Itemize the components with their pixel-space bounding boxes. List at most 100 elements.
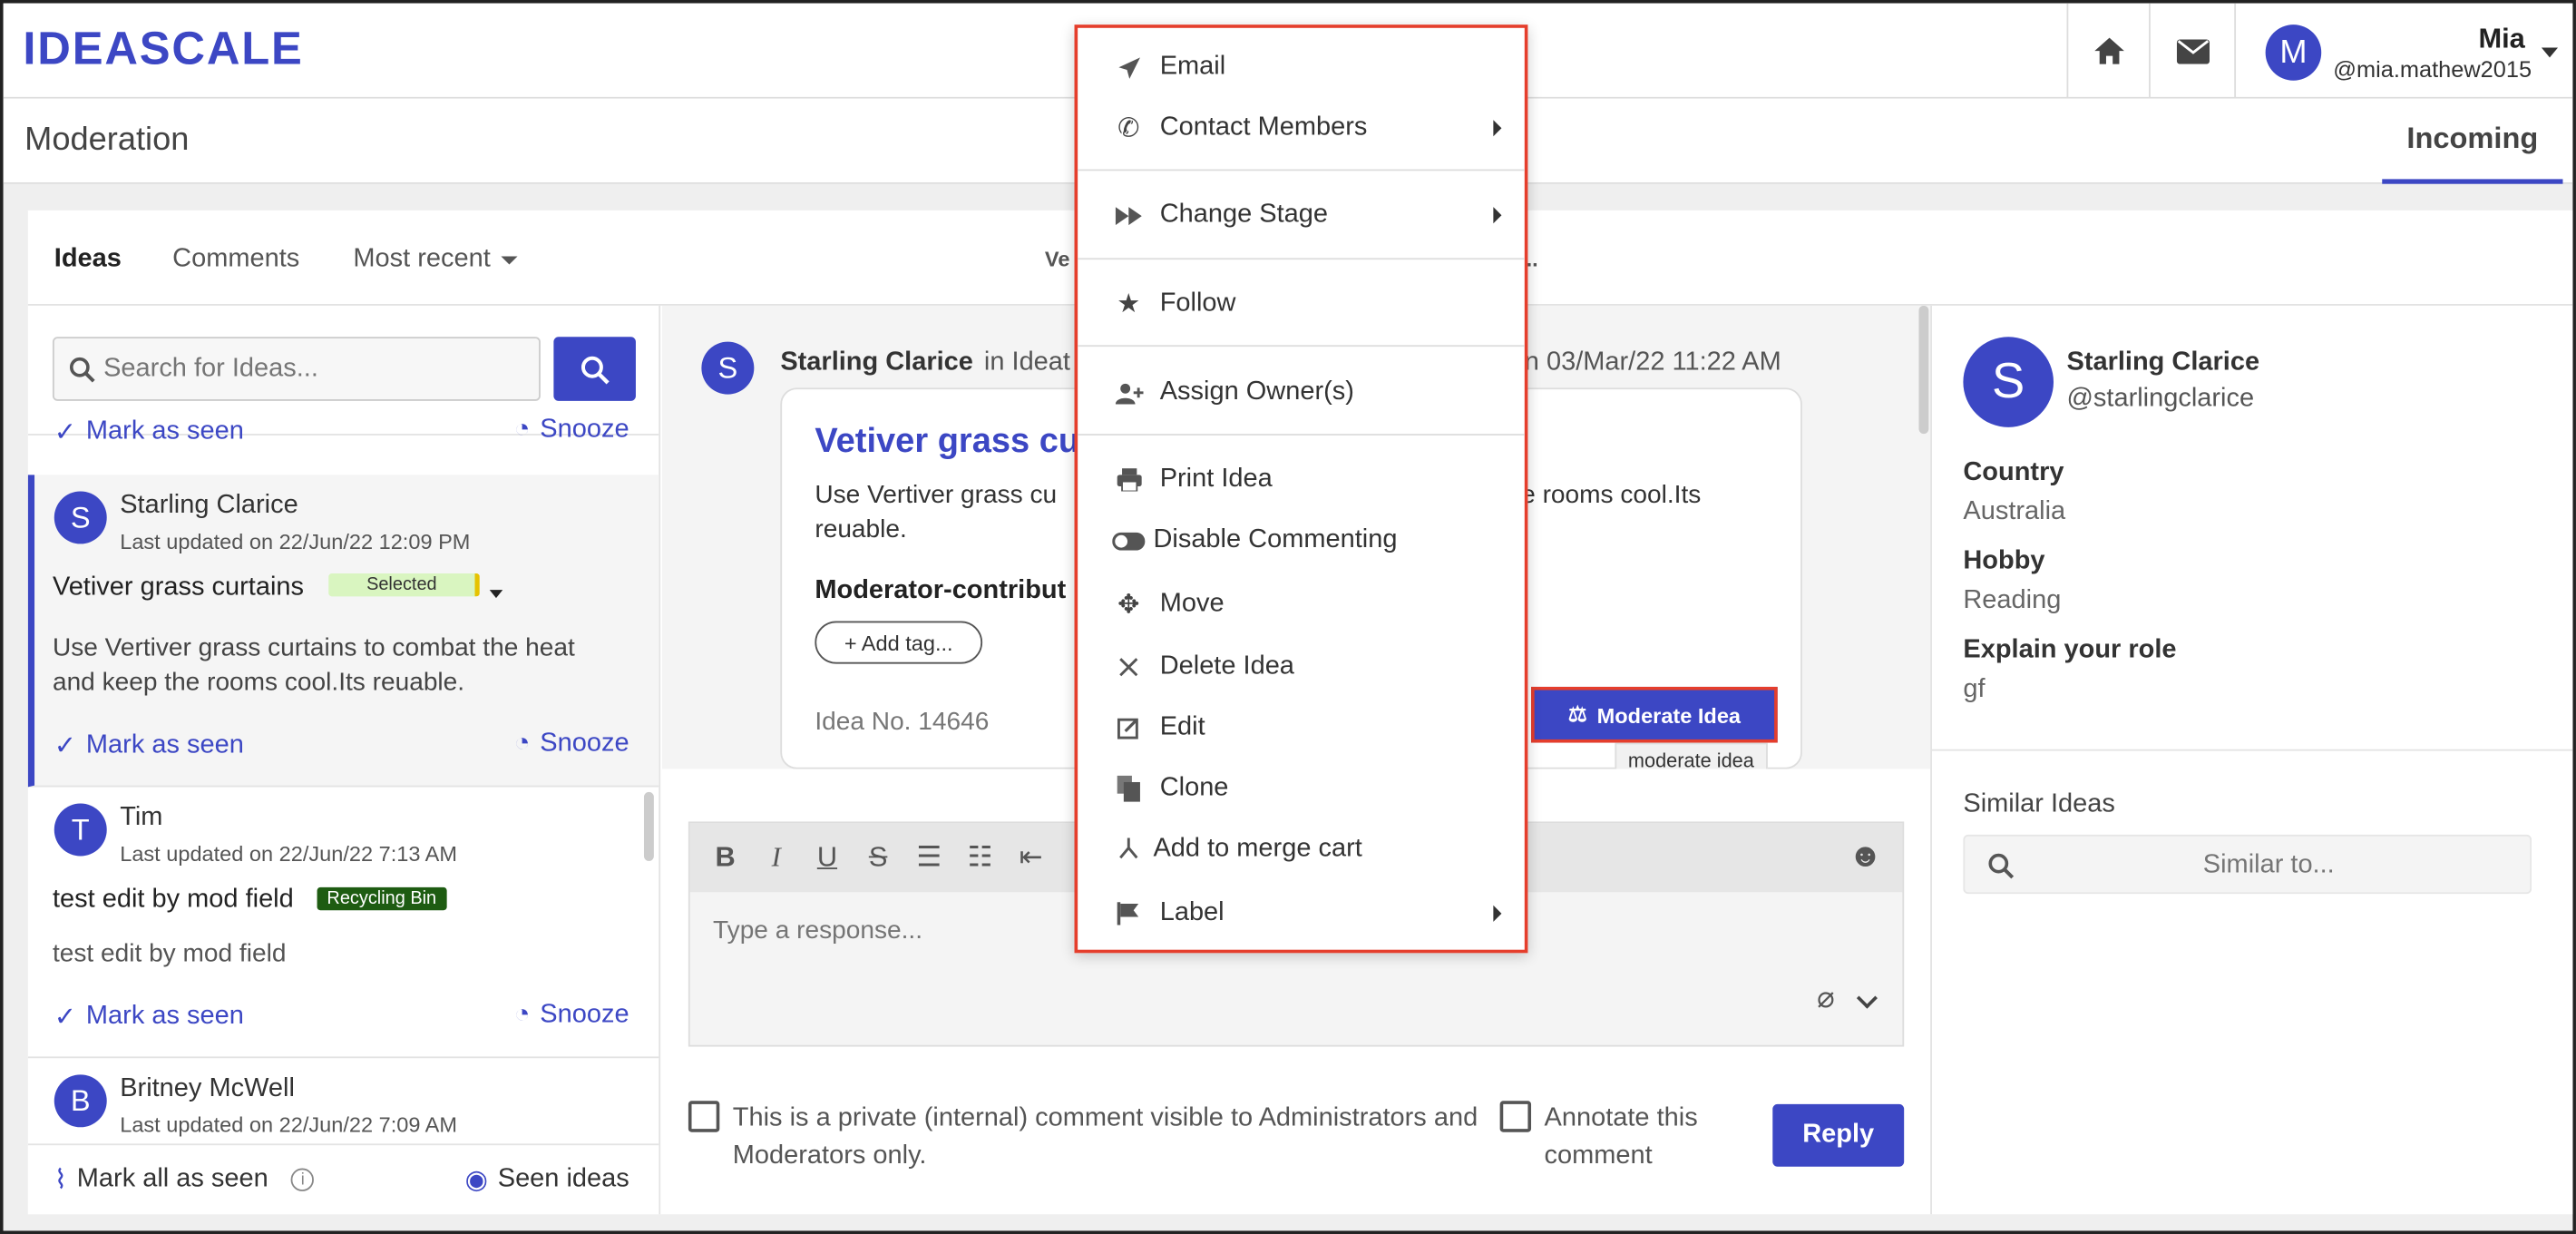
list-item[interactable]: B Britney McWell Last updated on 22/Jun/… — [28, 1058, 659, 1157]
idea-body-tail: e rooms cool.Its — [1521, 481, 1702, 510]
field-label: Explain your role — [1963, 635, 2177, 664]
bullet-list-icon[interactable]: ☰ — [903, 832, 954, 883]
snooze-button[interactable]: ◔ Snooze — [514, 730, 629, 759]
moderate-idea-button[interactable]: ⚖ Moderate Idea — [1531, 686, 1778, 743]
tag-dropdown-icon[interactable] — [489, 590, 503, 599]
underline-icon[interactable]: U — [802, 832, 853, 883]
mark-as-seen-button[interactable]: ✓ Mark as seen — [54, 416, 244, 447]
idea-body-end: reuable. — [815, 515, 907, 544]
menu-item-assign-owners[interactable]: Assign Owner(s) — [1078, 363, 1525, 422]
user-menu[interactable]: M Mia @mia.mathew2015 — [2234, 3, 2572, 99]
phone-icon: ✆ — [1117, 114, 1140, 143]
submitted-date: n 03/Mar/22 11:22 AM — [1524, 348, 1781, 377]
updated-timestamp: Last updated on 22/Jun/22 7:13 AM — [120, 841, 458, 867]
seen-ideas-label: Seen ideas — [497, 1164, 629, 1193]
field-value: gf — [1963, 675, 1986, 704]
home-button[interactable] — [2066, 3, 2149, 99]
menu-item-email[interactable]: Email — [1078, 38, 1525, 97]
user-plus-icon — [1110, 382, 1147, 404]
idea-title[interactable]: Vetiver grass cu — [815, 422, 1079, 461]
snooze-button[interactable]: ◔ Snooze — [514, 1001, 629, 1031]
similar-ideas-title: Similar Ideas — [1963, 790, 2115, 818]
mark-all-seen-button[interactable]: ⌇ Mark all as seen i — [54, 1163, 315, 1196]
sort-dropdown[interactable]: Most recent — [353, 245, 517, 275]
outdent-icon[interactable]: ⇤ — [1005, 832, 1056, 883]
menu-item-move[interactable]: ✥ Move — [1078, 575, 1525, 634]
menu-item-edit[interactable]: Edit — [1078, 699, 1525, 758]
field-label: Country — [1963, 458, 2064, 487]
menu-item-delete-idea[interactable]: Delete Idea — [1078, 638, 1525, 697]
menu-item-label: Delete Idea — [1159, 651, 1294, 681]
updated-timestamp: Last updated on 22/Jun/22 7:09 AM — [120, 1112, 458, 1138]
page-title: Moderation — [24, 122, 190, 158]
menu-item-label: Disable Commenting — [1153, 525, 1398, 554]
avatar: B — [54, 1074, 107, 1128]
submenu-arrow-icon — [1493, 207, 1502, 224]
menu-item-label: Print Idea — [1159, 465, 1273, 494]
bold-icon[interactable]: B — [700, 832, 751, 883]
attachment-icon[interactable]: ⌀ — [1817, 981, 1835, 1015]
tab-ideas[interactable]: Ideas — [54, 245, 122, 275]
copy-icon — [1110, 775, 1147, 802]
italic-icon[interactable]: I — [751, 832, 802, 883]
scrollbar[interactable] — [1918, 305, 1929, 435]
mark-all-label: Mark all as seen — [76, 1164, 268, 1193]
menu-item-change-stage[interactable]: Change Stage — [1078, 186, 1525, 245]
fast-forward-icon — [1110, 206, 1147, 225]
campaign-link[interactable]: in Ideat — [984, 348, 1070, 378]
emoji-icon[interactable]: ☻ — [1840, 831, 1891, 882]
menu-item-label: Contact Members — [1159, 113, 1368, 142]
field-value: Australia — [1963, 497, 2066, 526]
user-name: Mia — [2478, 23, 2525, 54]
similar-ideas-input[interactable] — [2030, 847, 2507, 885]
messages-button[interactable] — [2149, 3, 2234, 99]
idea-excerpt: Use Vertiver grass curtains to combat th… — [52, 634, 575, 697]
list-item[interactable]: T Tim Last updated on 22/Jun/22 7:13 AM … — [27, 787, 659, 1059]
strikethrough-icon[interactable]: S — [853, 832, 903, 883]
chevron-down-icon[interactable] — [1856, 987, 1878, 1009]
tab-comments[interactable]: Comments — [172, 245, 299, 275]
menu-item-add-to-merge-cart[interactable]: Add to merge cart — [1078, 820, 1525, 879]
menu-item-disable-commenting[interactable]: Disable Commenting — [1078, 511, 1525, 570]
menu-item-clone[interactable]: Clone — [1078, 759, 1525, 818]
profile-name[interactable]: Starling Clarice — [2066, 348, 2259, 378]
merge-icon — [1110, 837, 1147, 861]
author-name[interactable]: Starling Clarice — [780, 348, 973, 378]
snooze-button[interactable]: ◔ Snooze — [514, 416, 629, 446]
scrollbar[interactable] — [643, 791, 654, 861]
updated-timestamp: Last updated on 22/Jun/22 12:09 PM — [120, 529, 471, 554]
idea-excerpt: test edit by mod field — [52, 939, 287, 968]
search-input[interactable] — [103, 351, 532, 388]
annotate-checkbox[interactable] — [1499, 1101, 1532, 1132]
search-button[interactable] — [553, 337, 636, 401]
mark-as-seen-button[interactable]: ✓ Mark as seen — [54, 730, 244, 762]
reply-button[interactable]: Reply — [1772, 1103, 1905, 1167]
profile-handle: @starlingclarice — [2066, 384, 2255, 413]
ideascale-logo[interactable]: IDEASCALE — [23, 23, 303, 75]
annotate-label: Annotate this comment — [1544, 1103, 1698, 1170]
user-handle: @mia.mathew2015 — [2333, 55, 2532, 83]
menu-item-label[interactable]: Label — [1078, 884, 1525, 943]
idea-list: ✓Mark as seen ◔Snooze S Starling Clarice… — [27, 305, 661, 1215]
mark-as-seen-button[interactable]: ✓ Mark as seen — [54, 1001, 244, 1033]
menu-item-contact-members[interactable]: ✆ Contact Members — [1078, 99, 1525, 158]
info-icon[interactable]: i — [291, 1168, 315, 1191]
private-comment-checkbox[interactable] — [688, 1101, 720, 1132]
menu-item-follow[interactable]: ★ Follow — [1078, 274, 1525, 333]
menu-item-label: Add to merge cart — [1153, 834, 1362, 863]
idea-number: Idea No. 14646 — [815, 708, 990, 737]
list-item-selected[interactable]: S Starling Clarice Last updated on 22/Ju… — [27, 475, 659, 788]
tab-incoming[interactable]: Incoming — [2382, 99, 2563, 184]
menu-item-print-idea[interactable]: Print Idea — [1078, 450, 1525, 509]
mark-as-seen-label: Mark as seen — [85, 416, 244, 446]
similar-ideas-search[interactable] — [1963, 834, 2532, 895]
seen-ideas-button[interactable]: ◉ Seen ideas — [465, 1163, 629, 1196]
actions-context-menu: Email ✆ Contact Members Change Stage ★ F… — [1074, 24, 1528, 954]
idea-title[interactable]: Vetiver grass curtains — [53, 573, 304, 603]
numbered-list-icon[interactable]: ☷ — [954, 832, 1005, 883]
idea-title-preview: Ve — [1044, 246, 1070, 271]
idea-title[interactable]: test edit by mod field — [53, 886, 294, 916]
add-tag-button[interactable]: + Add tag... — [815, 621, 983, 664]
search-field[interactable] — [52, 337, 541, 401]
toggle-icon — [1110, 531, 1147, 550]
